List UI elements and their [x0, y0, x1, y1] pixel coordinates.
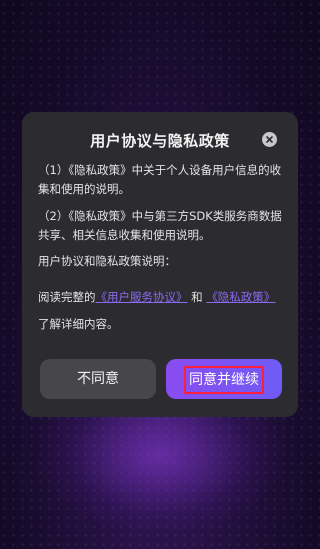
read-notice-suffix: 了解详细内容。: [38, 317, 119, 331]
disagree-button[interactable]: 不同意: [40, 359, 156, 399]
close-icon: [266, 136, 273, 143]
policy-paragraph-2: （2）《隐私政策》中与第三方SDK类服务商数据共享、相关信息收集和使用说明。: [38, 209, 282, 242]
agree-continue-label: 同意并继续: [184, 366, 264, 394]
policy-explanation-heading: 用户协议和隐私政策说明：: [38, 254, 176, 268]
dialog-title: 用户协议与隐私政策: [90, 132, 230, 150]
agree-continue-button[interactable]: 同意并继续: [166, 359, 282, 399]
user-agreement-link[interactable]: 《用户服务协议》: [96, 290, 188, 304]
close-button[interactable]: [262, 132, 277, 147]
read-notice-and: 和: [191, 290, 203, 304]
privacy-policy-link[interactable]: 《隐私政策》: [206, 290, 275, 304]
read-notice-prefix: 阅读完整的: [38, 290, 96, 304]
read-notice: 阅读完整的《用户服务协议》 和 《隐私政策》: [38, 288, 286, 307]
privacy-dialog: 用户协议与隐私政策 （1）《隐私政策》中关于个人设备用户信息的收集和使用的说明。…: [22, 112, 298, 417]
policy-paragraph-1: （1）《隐私政策》中关于个人设备用户信息的收集和使用的说明。: [38, 163, 282, 196]
